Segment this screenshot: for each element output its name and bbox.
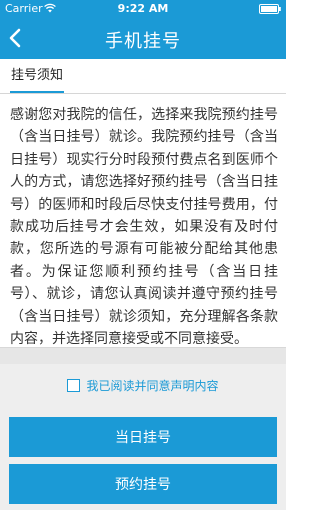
tab-registration-notice[interactable]: 挂号须知 [10,59,65,93]
agreement-row[interactable]: 我已阅读并同意声明内容 [0,376,286,394]
notice-text: 感谢您对我院的信任，选择来我院预约挂号（含当日挂号）就诊。我院预约挂号（含当日挂… [10,107,278,348]
appointment-registration-button[interactable]: 预约挂号 [9,464,277,504]
tab-bar: 挂号须知 [0,59,286,94]
nav-bar: 手机挂号 [0,18,286,59]
same-day-registration-button[interactable]: 当日挂号 [9,417,277,457]
page-title: 手机挂号 [105,31,181,52]
status-bar: Carrier 9:22 AM [0,0,286,18]
battery-icon [259,4,281,14]
agree-label[interactable]: 我已阅读并同意声明内容 [86,377,218,394]
panel-divider [0,348,286,364]
action-panel: 我已阅读并同意声明内容 当日挂号 预约挂号 [0,347,286,510]
agree-checkbox[interactable] [67,378,81,392]
clock: 9:22 AM [117,2,169,15]
